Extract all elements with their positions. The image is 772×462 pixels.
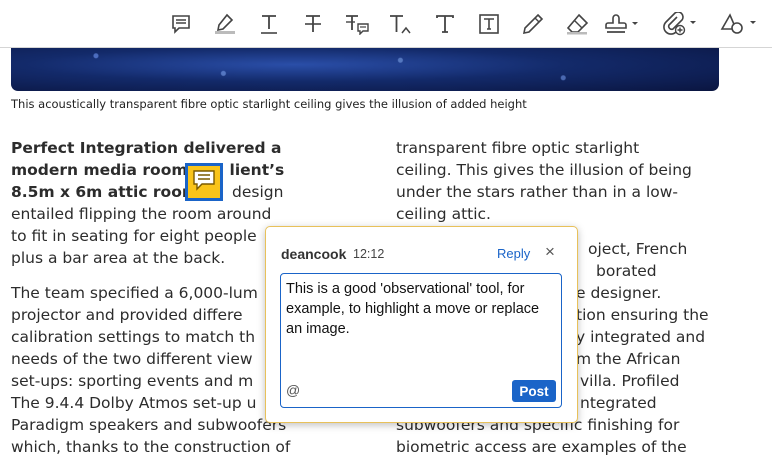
shapes-icon [720, 12, 758, 36]
eraser-icon [565, 13, 589, 35]
stamp-icon [605, 13, 641, 35]
comment-marker[interactable] [185, 163, 223, 201]
comment-text-field[interactable]: This is a good 'observational' tool, for… [280, 273, 562, 408]
comment-note-icon [192, 169, 216, 195]
replace-text-tool-button[interactable] [340, 8, 374, 40]
comment-icon [170, 13, 192, 35]
text-line: under the stars rather than in a low- [396, 183, 679, 201]
text-line: modern media room lient’s [11, 161, 285, 179]
pencil-icon [522, 13, 544, 35]
insert-text-tool-button[interactable] [384, 8, 418, 40]
comment-time: 12:12 [353, 247, 385, 261]
close-icon[interactable]: × [545, 243, 555, 261]
text-line: ceiling attic. [396, 205, 491, 223]
underline-tool-button[interactable] [252, 8, 286, 40]
text-line: entailed flipping the room around [11, 205, 272, 223]
right-paragraph-1: transparent fibre optic starlight ceilin… [396, 137, 726, 225]
insert-text-icon [388, 13, 414, 35]
strikethrough-text-icon [302, 13, 324, 35]
attach-icon [662, 12, 698, 36]
add-text-tool-button[interactable] [428, 8, 462, 40]
draw-tool-button[interactable] [516, 8, 550, 40]
shapes-tool-button[interactable] [718, 8, 760, 40]
highlight-tool-button[interactable] [208, 8, 242, 40]
text-box-tool-button[interactable] [472, 8, 506, 40]
replace-text-icon [344, 13, 370, 35]
underline-text-icon [258, 13, 280, 35]
text-line: which, thanks to the construction of [11, 438, 291, 456]
eraser-tool-button[interactable] [560, 8, 594, 40]
starlight-ceiling-image [11, 47, 719, 91]
comment-author: deancook [281, 246, 347, 262]
text-line: Perfect Integration delivered a [11, 139, 282, 157]
lead-paragraph: Perfect Integration delivered a modern m… [11, 137, 311, 203]
comment-text[interactable]: This is a good 'observational' tool, for… [286, 279, 554, 339]
text-line: ceiling. This gives the illusion of bein… [396, 161, 692, 179]
attach-tool-button[interactable] [660, 8, 700, 40]
strikethrough-tool-button[interactable] [296, 8, 330, 40]
annotation-toolbar [0, 0, 772, 48]
stamp-tool-button[interactable] [603, 8, 643, 40]
post-button[interactable]: Post [512, 380, 556, 402]
comment-popup: deancook 12:12 Reply × This is a good 'o… [265, 226, 578, 423]
mention-icon[interactable]: @ [286, 382, 300, 398]
reply-button[interactable]: Reply [497, 246, 530, 261]
highlighter-icon [213, 13, 237, 35]
text-box-icon [478, 13, 500, 35]
image-caption: This acoustically transparent fibre opti… [11, 97, 527, 111]
text-line: biometric access are examples of the [396, 438, 687, 456]
text-line: 8.5m x 6m attic room design [11, 183, 284, 201]
comment-tool-button[interactable] [164, 8, 198, 40]
text-line: transparent fibre optic starlight [396, 139, 640, 157]
text-icon [434, 13, 456, 35]
